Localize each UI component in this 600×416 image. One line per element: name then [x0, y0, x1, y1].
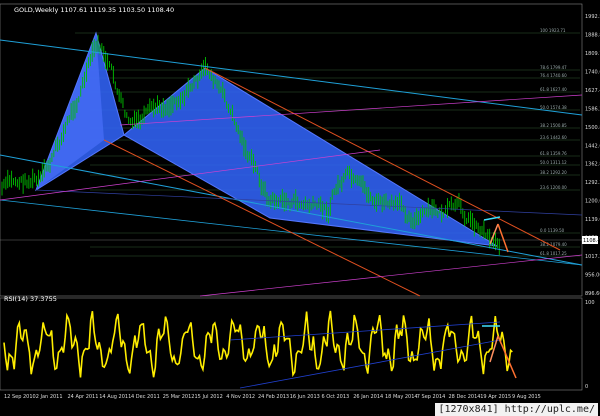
- x-tick-label: 25 Mar 2012: [163, 394, 195, 400]
- fib-level-label: 50.0 1311.12: [540, 160, 567, 165]
- fib-level-label: 50.0 1574.38: [540, 105, 567, 110]
- fib-level-label: 0.0 1139.50: [540, 228, 565, 233]
- y-tick-label: 896.60: [585, 291, 600, 297]
- fib-level-label: 61.8 1359.76: [540, 151, 567, 156]
- fib-level-label: 78.6 1799.47: [540, 65, 567, 70]
- y-tick-label: 1292.20: [585, 180, 600, 186]
- indicator-label: RSI(14) 37.3755: [4, 295, 57, 303]
- x-tick-label: 19 Apr 2015: [480, 394, 511, 400]
- fib-level-label: 23.6 1442.60: [540, 135, 567, 140]
- x-tick-label: 7 Sep 2014: [417, 394, 446, 400]
- fib-level-label: 100 1923.71: [540, 28, 566, 33]
- y-tick-label: 956.00: [585, 273, 600, 279]
- x-tick-label: 24 Apr 2011: [68, 394, 99, 400]
- fib-level-label: 23.6 1200.00: [540, 185, 567, 190]
- x-tick-label: 6 Oct 2013: [322, 394, 350, 400]
- y-tick-label: 1740.60: [585, 69, 600, 75]
- fib-level-label: 76.4 1740.60: [540, 73, 567, 78]
- fib-level-label: 38.2 1500.85: [540, 123, 567, 128]
- x-tick-label: 4 Nov 2012: [226, 394, 255, 400]
- y-tick-label: 1627.40: [585, 88, 600, 94]
- y-tick-label: 1500.85: [585, 125, 600, 131]
- fib-level-label: 38.2 1292.20: [540, 170, 567, 175]
- chart-canvas: 1992.50 1888.80 1809.70 1740.60 1627.40 1586.…: [0, 3, 600, 400]
- y-tick-label: 1200.00: [585, 199, 600, 205]
- x-tick-label: 28 Dec 2014: [449, 394, 481, 400]
- x-tick-label: 4 Dec 2011: [131, 394, 160, 400]
- symbol-header: GOLD,Weekly 1107.61 1119.35 1103.50 1108…: [14, 6, 174, 14]
- watermark: [1270x841] http://uplc.me/: [435, 403, 598, 416]
- y-tick-label: 1442.60: [585, 143, 600, 149]
- ind-y-tick-label: 0: [585, 384, 588, 390]
- fib-level-label: 61.8 1627.40: [540, 87, 567, 92]
- x-tick-label: 24 Feb 2013: [258, 394, 289, 400]
- y-tick-label: 1586.20: [585, 106, 600, 112]
- indicator-frame: [0, 297, 583, 391]
- y-tick-label: 1809.70: [585, 51, 600, 57]
- x-tick-label: 26 Jan 2014: [353, 394, 383, 400]
- x-tick-label: 9 Aug 2015: [512, 394, 541, 400]
- x-tick-label: 12 Sep 2010: [4, 394, 36, 400]
- y-tick-label: 1362.80: [585, 162, 600, 168]
- y-tick-label: 1992.50: [585, 14, 600, 20]
- ind-y-tick-label: 100: [585, 300, 595, 306]
- x-tick-label: 18 May 2014: [385, 394, 418, 400]
- price-marker-label: 1108.40: [583, 238, 600, 244]
- x-tick-label: 16 Jun 2013: [290, 394, 320, 400]
- x-tick-label: 14 Aug 2011: [99, 394, 131, 400]
- fib-level-label: 61.8 1017.25: [540, 251, 567, 256]
- y-tick-label: 1017.25: [585, 254, 600, 260]
- y-tick-label: 1139.60: [585, 217, 600, 223]
- indicator-panel: 100 0: [0, 297, 595, 391]
- y-tick-label: 1888.80: [585, 32, 600, 38]
- x-tick-label: 15 Jul 2012: [195, 394, 223, 400]
- x-tick-label: 2 Jan 2011: [36, 394, 63, 400]
